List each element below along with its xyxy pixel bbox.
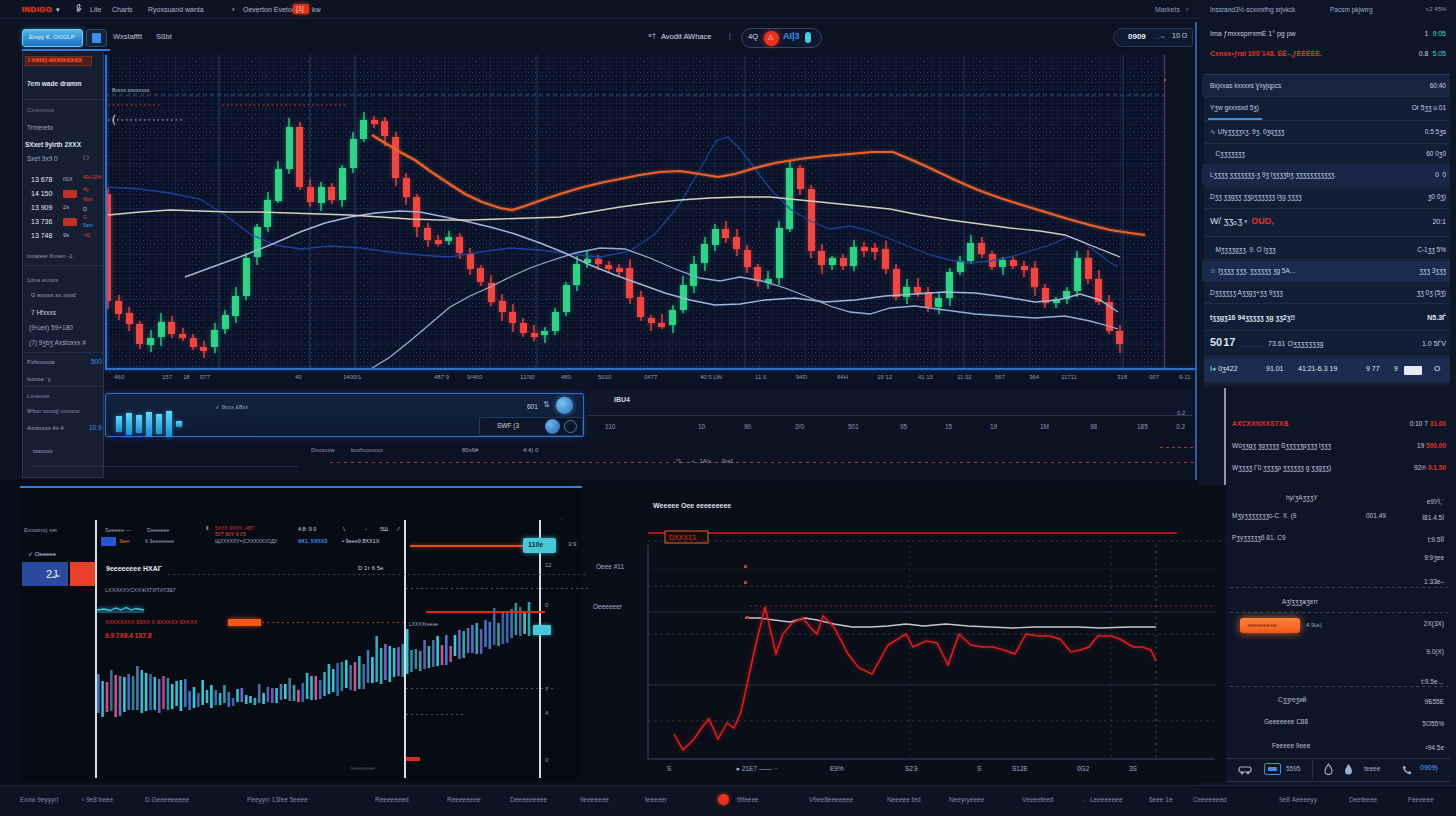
svg-text:DХХХ13: DХХХ13 [669,534,696,541]
